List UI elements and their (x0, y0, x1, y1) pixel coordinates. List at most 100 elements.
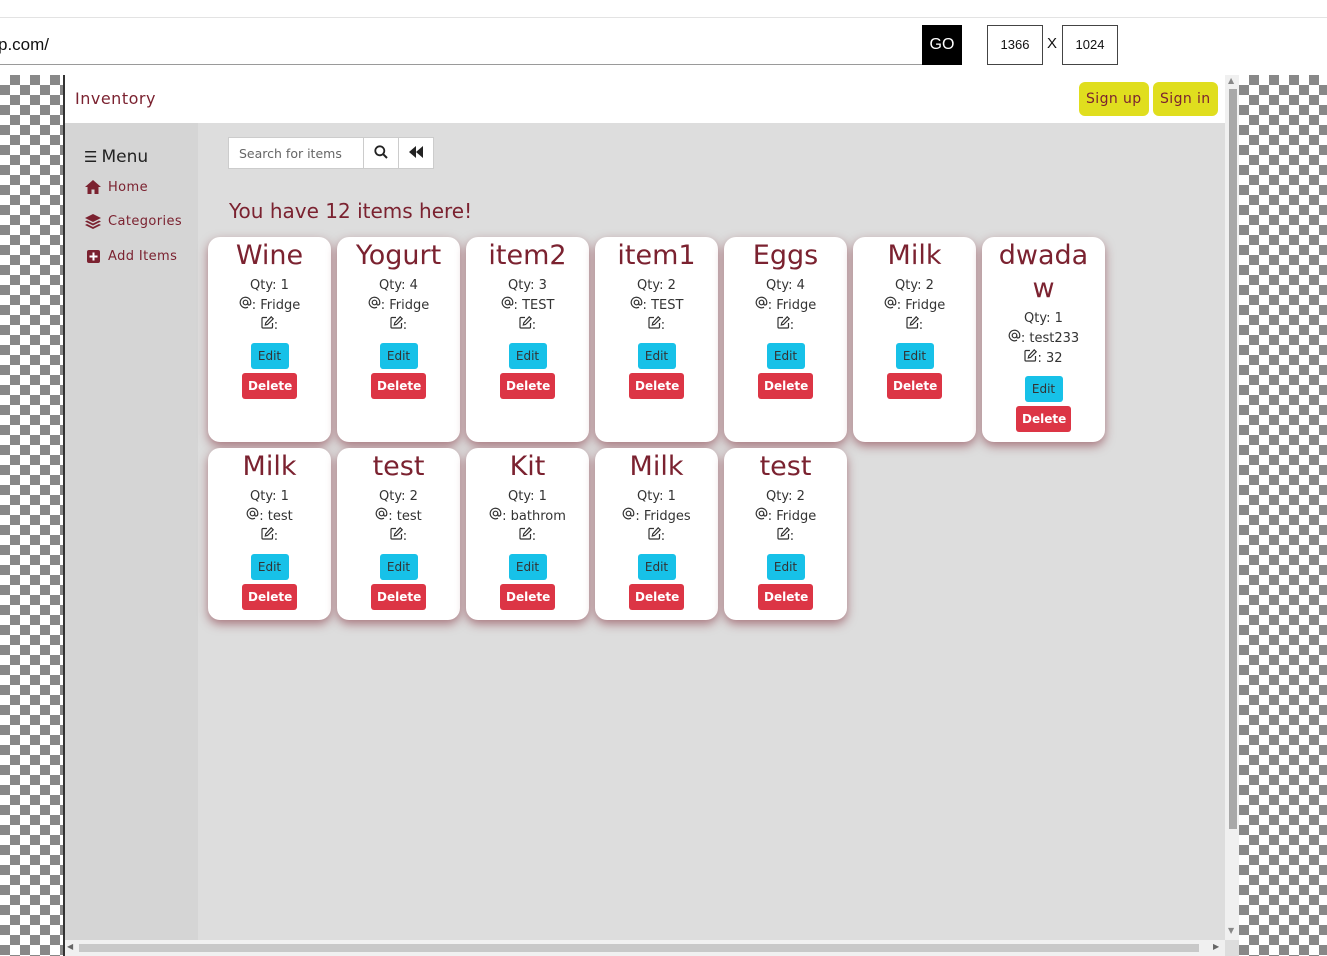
edit-note-icon (261, 526, 274, 544)
at-icon (755, 507, 768, 524)
qty-value: 3 (538, 278, 547, 293)
scroll-left-icon[interactable]: ◀ (67, 942, 73, 951)
edit-button[interactable]: Edit (250, 554, 289, 580)
delete-button[interactable]: Delete (1016, 406, 1071, 432)
note-label: : (531, 529, 537, 544)
at-icon (622, 507, 635, 524)
note-label: : (789, 529, 795, 544)
hamburger-icon: ☰ (84, 148, 98, 166)
edit-button[interactable]: Edit (508, 343, 547, 369)
at-icon (501, 296, 514, 313)
item-note: : (906, 315, 924, 336)
edit-button[interactable]: Edit (508, 554, 547, 580)
width-input[interactable]: 1366 (987, 25, 1043, 65)
menu-title[interactable]: ☰ Menu (84, 147, 148, 167)
item-name: item1 (617, 240, 696, 271)
item-card: Kit Qty: 1: bathrom: Edit Delete (466, 448, 589, 620)
edit-note-icon (390, 526, 403, 544)
scroll-down-icon[interactable]: ▼ (1228, 926, 1234, 935)
signin-button[interactable]: Sign in (1153, 82, 1218, 116)
item-name: Yogurt (355, 240, 442, 271)
note-label: : (918, 318, 924, 333)
item-name: dwadaw (998, 240, 1089, 304)
qty-value: 4 (409, 278, 418, 293)
location-label: : (388, 509, 393, 524)
delete-button[interactable]: Delete (500, 584, 555, 610)
delete-button[interactable]: Delete (887, 373, 942, 399)
location-label: : (502, 509, 507, 524)
brand-link[interactable]: Inventory (75, 89, 156, 108)
edit-button[interactable]: Edit (637, 554, 676, 580)
items-count-heading: You have 12 items here! (229, 199, 473, 223)
note-label: : (789, 318, 795, 333)
scrollbar-thumb[interactable] (1229, 89, 1237, 829)
reset-button[interactable] (399, 138, 433, 168)
delete-button[interactable]: Delete (629, 584, 684, 610)
url-input[interactable]: p.com/ (0, 25, 922, 65)
location-label: : (251, 298, 257, 313)
delete-button[interactable]: Delete (242, 584, 297, 610)
item-note: : (777, 315, 795, 336)
item-quantity: Qty: 4 (766, 276, 805, 296)
go-button[interactable]: GO (922, 25, 962, 65)
search-button[interactable] (364, 138, 399, 168)
delete-button[interactable]: Delete (758, 373, 813, 399)
item-location: : bathrom (489, 507, 566, 527)
edit-button[interactable]: Edit (766, 554, 805, 580)
location-value: TEST (522, 298, 555, 313)
plus-square-icon (85, 248, 101, 264)
at-icon (1008, 329, 1021, 346)
qty-value: 1 (280, 278, 289, 293)
edit-note-icon (519, 526, 532, 544)
qty-label: Qty: (766, 278, 793, 293)
sidebar-item-label: Categories (108, 213, 183, 229)
location-label: : (1020, 331, 1026, 346)
scrollbar-thumb[interactable] (79, 944, 1199, 952)
item-card: Eggs Qty: 4: Fridge: Edit Delete (724, 237, 847, 442)
navbar: Inventory Sign up Sign in (65, 75, 1225, 123)
item-location: : test233 (1008, 329, 1079, 349)
qty-label: Qty: (379, 489, 406, 504)
vertical-scrollbar[interactable]: ▲ ▼ (1225, 75, 1239, 940)
edit-button[interactable]: Edit (895, 343, 934, 369)
item-location: : Fridges (622, 507, 691, 527)
edit-button[interactable]: Edit (766, 343, 805, 369)
height-input[interactable]: 1024 (1062, 25, 1118, 65)
item-location: : test (375, 507, 422, 527)
horizontal-scrollbar[interactable]: ◀ ▶ (65, 940, 1225, 956)
item-note: : (519, 526, 537, 547)
note-label: : (273, 318, 279, 333)
item-quantity: Qty: 4 (379, 276, 418, 296)
delete-button[interactable]: Delete (371, 584, 426, 610)
delete-button[interactable]: Delete (242, 373, 297, 399)
edit-button[interactable]: Edit (250, 343, 289, 369)
item-location: : Fridge (884, 296, 945, 316)
qty-label: Qty: (637, 489, 664, 504)
location-label: : (896, 298, 902, 313)
location-label: : (767, 298, 773, 313)
edit-button[interactable]: Edit (637, 343, 676, 369)
scroll-right-icon[interactable]: ▶ (1213, 942, 1219, 951)
sidebar-item-categories[interactable]: Categories (85, 213, 182, 229)
edit-button[interactable]: Edit (1024, 376, 1063, 402)
qty-label: Qty: (766, 489, 793, 504)
item-name: Eggs (752, 240, 819, 271)
search-input[interactable] (229, 138, 364, 168)
qty-label: Qty: (250, 278, 277, 293)
delete-button[interactable]: Delete (500, 373, 555, 399)
home-icon (85, 179, 101, 195)
signup-button[interactable]: Sign up (1079, 82, 1149, 116)
sidebar-item-add-items[interactable]: Add Items (85, 248, 177, 264)
sidebar-item-home[interactable]: Home (85, 179, 148, 195)
item-location: : Fridge (239, 296, 300, 316)
delete-button[interactable]: Delete (371, 373, 426, 399)
edit-button[interactable]: Edit (379, 554, 418, 580)
delete-button[interactable]: Delete (629, 373, 684, 399)
app-viewport: Inventory Sign up Sign in ☰ Menu Home Cat… (63, 75, 1239, 956)
scroll-up-icon[interactable]: ▲ (1228, 76, 1234, 85)
transparent-background-right (1239, 75, 1327, 956)
note-label: : (402, 318, 408, 333)
qty-value: 1 (538, 489, 547, 504)
delete-button[interactable]: Delete (758, 584, 813, 610)
edit-button[interactable]: Edit (379, 343, 418, 369)
